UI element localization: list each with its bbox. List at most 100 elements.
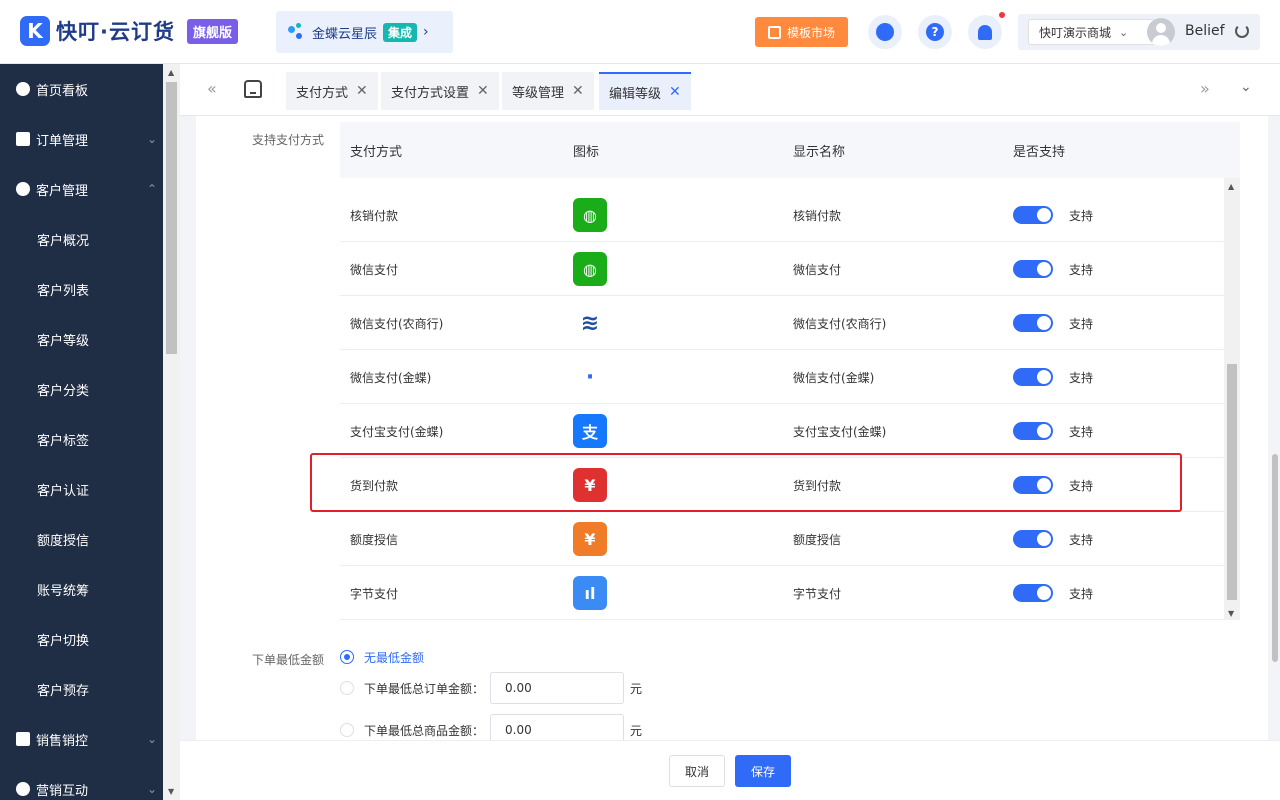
support-toggle[interactable]: [1013, 476, 1053, 494]
radio-button[interactable]: [340, 681, 354, 695]
notification-dot: [999, 12, 1005, 18]
sidebar-sub-item[interactable]: 客户概况: [0, 214, 163, 264]
store-selector[interactable]: 快叮演示商城 ⌄: [1028, 19, 1155, 45]
chevron-down-icon: ⌄: [146, 782, 157, 796]
payment-icon-cell: ¥: [573, 512, 607, 566]
scrollbar-thumb[interactable]: [1272, 454, 1278, 662]
clipboard-icon: [16, 132, 30, 146]
template-market-button[interactable]: 模板市场: [755, 17, 848, 47]
kingdee-icon: ·: [573, 360, 607, 394]
scroll-down-icon[interactable]: ▼: [168, 787, 174, 796]
support-toggle[interactable]: [1013, 422, 1053, 440]
sidebar-sub-item[interactable]: 客户分类: [0, 364, 163, 414]
avatar[interactable]: [1147, 18, 1175, 46]
sidebar-item-label: 销售销控: [36, 733, 89, 749]
cash-on-delivery-icon: ¥: [573, 468, 607, 502]
sidebar-sub-item[interactable]: 客户预存: [0, 664, 163, 714]
table-row: 微信支付 ◍ 微信支付 支持: [340, 242, 1224, 296]
radio-button[interactable]: [340, 650, 354, 664]
min-total-order-input[interactable]: [490, 672, 625, 704]
sidebar-sub-item[interactable]: 客户认证: [0, 464, 163, 514]
table-scrollbar[interactable]: ▲ ▼: [1224, 178, 1240, 620]
chevron-down-icon[interactable]: ⌄: [1240, 79, 1252, 95]
min-total-goods-input[interactable]: [490, 714, 625, 740]
table-row: 核销付款 ◍ 核销付款 支持: [340, 188, 1224, 242]
column-header: 图标: [573, 144, 600, 160]
scrollbar-thumb[interactable]: [166, 82, 177, 354]
tab-edit-level[interactable]: 编辑等级 ✕: [599, 72, 691, 110]
edition-badge: 旗舰版: [186, 18, 238, 44]
sidebar-item-customers[interactable]: 客户管理 ⌃: [0, 164, 163, 214]
tab-payment-settings[interactable]: 支付方式设置 ✕: [381, 72, 499, 110]
partner-integration-link[interactable]: 金蝶云星辰 集成 ›: [276, 11, 453, 53]
support-cell: 支持: [1013, 458, 1093, 512]
save-button[interactable]: 保存: [735, 755, 791, 787]
support-toggle[interactable]: [1013, 260, 1053, 278]
sidebar-scrollbar[interactable]: ▲ ▼: [163, 64, 180, 800]
sidebar-item-sales-control[interactable]: 销售销控 ⌄: [0, 714, 163, 764]
home-icon[interactable]: [244, 80, 262, 98]
min-order-option-total[interactable]: 下单最低总订单金额： 元: [340, 672, 642, 704]
tab-level-management[interactable]: 等级管理 ✕: [502, 72, 594, 110]
tab-payment-methods[interactable]: 支付方式 ✕: [286, 72, 378, 110]
table-body[interactable]: 核销付款 ◍ 核销付款 支持 微信支付 ◍ 微信支付 支持 微信支付(农商行) ≋ 微信支付(农商行…: [340, 178, 1224, 620]
sidebar-item-label: 订单管理: [36, 133, 89, 149]
payment-icon-cell: ıl: [573, 566, 607, 620]
min-order-option-none[interactable]: 无最低金额: [340, 642, 424, 672]
payment-method-name: 支付宝支付(金蝶): [350, 424, 444, 439]
radio-button[interactable]: [340, 723, 354, 737]
tabs-scroll-right-icon[interactable]: »: [1200, 79, 1210, 98]
payment-display-name: 支付宝支付(金蝶): [793, 424, 887, 439]
support-toggle[interactable]: [1013, 368, 1053, 386]
table-row: 支付宝支付(金蝶) 支 支付宝支付(金蝶) 支持: [340, 404, 1224, 458]
cancel-button[interactable]: 取消: [669, 755, 725, 787]
support-label: 支持: [1069, 532, 1094, 547]
scroll-down-icon[interactable]: ▼: [1228, 609, 1234, 618]
sidebar-item-marketing[interactable]: 营销互动 ⌄: [0, 764, 163, 800]
refresh-icon[interactable]: [1235, 24, 1249, 38]
payment-icon-cell: ◍: [573, 242, 607, 296]
close-icon[interactable]: ✕: [669, 84, 681, 100]
table-row: 货到付款 ¥ 货到付款 支持: [340, 458, 1224, 512]
sidebar-sub-item[interactable]: 客户等级: [0, 314, 163, 364]
payment-icon-cell: ≋: [573, 296, 607, 350]
close-icon[interactable]: ✕: [572, 83, 584, 99]
sidebar-sub-item[interactable]: 账号统筹: [0, 564, 163, 614]
scroll-up-icon[interactable]: ▲: [168, 68, 174, 77]
sidebar-item-label: 首页看板: [36, 83, 89, 99]
sidebar-sub-item[interactable]: 客户标签: [0, 414, 163, 464]
min-order-label: 下单最低金额: [252, 653, 325, 667]
sidebar-item-orders[interactable]: 订单管理 ⌄: [0, 114, 163, 164]
support-toggle[interactable]: [1013, 584, 1053, 602]
column-header: 是否支持: [1013, 144, 1066, 160]
sidebar-item-label: 营销互动: [36, 783, 89, 799]
chevron-up-icon: ⌃: [146, 182, 157, 196]
page-scrollbar[interactable]: [1270, 116, 1280, 740]
scrollbar-thumb[interactable]: [1227, 364, 1237, 600]
sidebar-sub-item[interactable]: 额度授信: [0, 514, 163, 564]
support-label: 支持: [1069, 586, 1094, 601]
support-cell: 支持: [1013, 566, 1093, 620]
tag-icon: [16, 732, 30, 746]
sidebar-sub-item[interactable]: 客户切换: [0, 614, 163, 664]
support-toggle[interactable]: [1013, 314, 1053, 332]
min-order-option-goods[interactable]: 下单最低总商品金额： 元: [340, 714, 642, 740]
support-toggle[interactable]: [1013, 206, 1053, 224]
close-icon[interactable]: ✕: [356, 83, 368, 99]
tabs-scroll-left-icon[interactable]: «: [207, 79, 217, 98]
close-icon[interactable]: ✕: [477, 83, 489, 99]
sidebar-item-dashboard[interactable]: 首页看板: [0, 64, 163, 114]
sidebar-sub-item[interactable]: 客户列表: [0, 264, 163, 314]
help-button[interactable]: ?: [918, 15, 952, 49]
customer-service-button[interactable]: [868, 15, 902, 49]
payment-icon-cell: ◍: [573, 188, 607, 242]
support-toggle[interactable]: [1013, 530, 1053, 548]
username[interactable]: Belief: [1185, 23, 1225, 39]
payment-method-name: 额度授信: [350, 532, 399, 547]
app-logo[interactable]: K 快叮·云订货 旗舰版: [20, 16, 238, 46]
scroll-up-icon[interactable]: ▲: [1228, 182, 1234, 191]
payment-method-name: 微信支付(金蝶): [350, 370, 432, 385]
wechat-icon: ◍: [573, 198, 607, 232]
notification-button[interactable]: [968, 15, 1002, 49]
main-content: 支持支付方式 支付方式 图标 显示名称 是否支持 核销付款 ◍ 核销付款 支持 微信支付…: [196, 116, 1268, 740]
